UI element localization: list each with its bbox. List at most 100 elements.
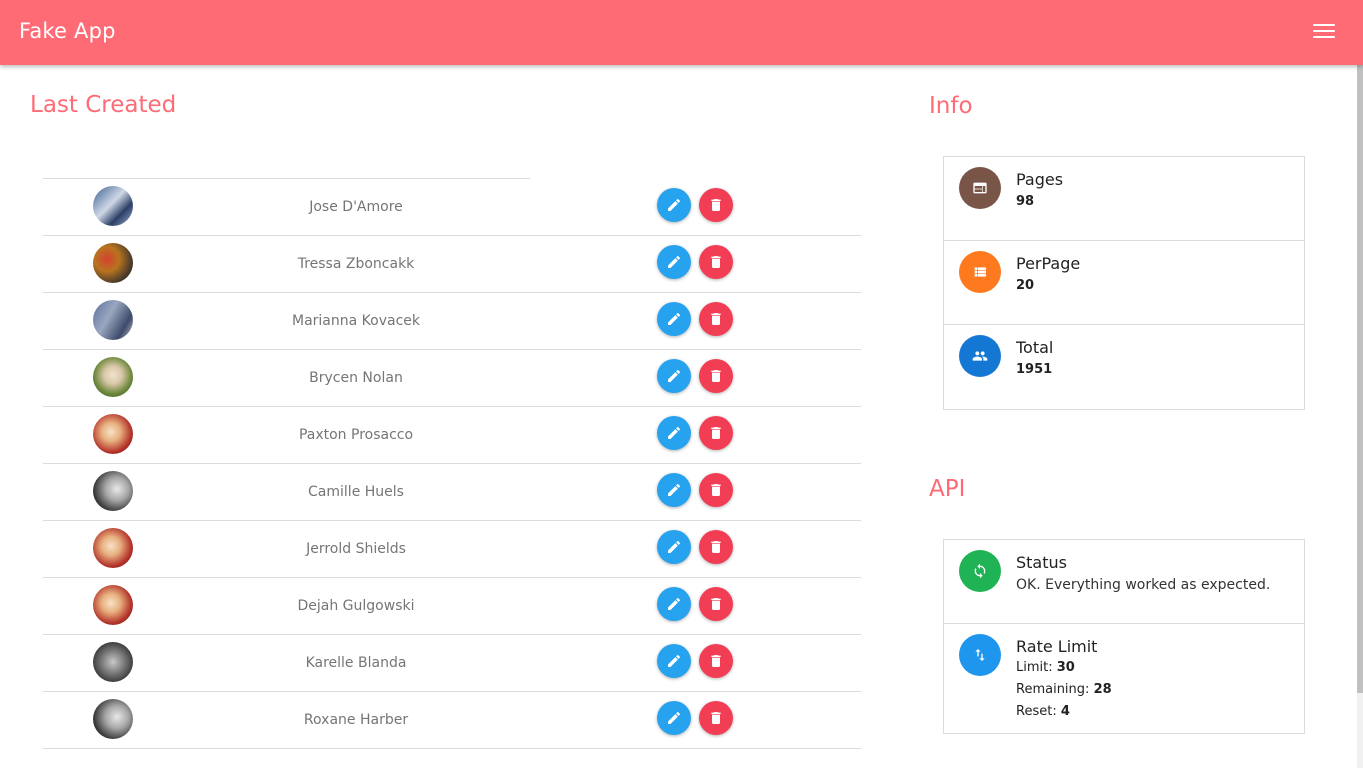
delete-button[interactable]	[699, 587, 733, 621]
avatar	[93, 186, 133, 226]
user-name: Brycen Nolan	[309, 370, 403, 386]
avatar	[93, 471, 133, 511]
info-card: Pages 98 PerPage 20 Total 1951	[943, 156, 1305, 410]
delete-button[interactable]	[699, 416, 733, 450]
scrollbar-thumb[interactable]	[1357, 65, 1363, 693]
api-rate-limit-item: Rate Limit Limit: 30 Remaining: 28 Reset…	[944, 624, 1304, 733]
table-row: Karelle Blanda	[43, 635, 861, 692]
table-row: Brycen Nolan	[43, 350, 861, 407]
edit-button[interactable]	[657, 359, 691, 393]
pencil-icon	[668, 597, 681, 610]
trash-icon	[711, 541, 721, 553]
info-value: 1951	[1016, 362, 1053, 377]
trash-icon	[711, 313, 721, 325]
user-name: Camille Huels	[308, 484, 404, 500]
user-name: Roxane Harber	[303, 712, 409, 728]
pencil-icon	[668, 255, 681, 268]
table-row: Tressa Zboncakk	[43, 236, 861, 293]
edit-button[interactable]	[657, 245, 691, 279]
trash-icon	[711, 370, 721, 382]
delete-button[interactable]	[699, 473, 733, 507]
edit-button[interactable]	[657, 188, 691, 222]
info-value: 98	[1016, 194, 1035, 209]
user-name: Marianna Kovacek	[292, 313, 420, 329]
pencil-icon	[668, 654, 681, 667]
edit-button[interactable]	[657, 530, 691, 564]
info-value: 20	[1016, 278, 1035, 293]
rate-limit-reset-value: 4	[1060, 704, 1070, 719]
info-label: Total	[1016, 338, 1054, 357]
delete-button[interactable]	[699, 245, 733, 279]
trash-icon	[711, 598, 721, 610]
info-item-pages: Pages 98	[944, 157, 1304, 241]
pencil-icon	[668, 426, 681, 439]
pencil-icon	[668, 312, 681, 325]
info-title: Info	[929, 93, 973, 119]
delete-button[interactable]	[699, 644, 733, 678]
rate-limit-remaining-value: 28	[1093, 682, 1112, 697]
app-title: Fake App	[19, 19, 116, 43]
info-label: Pages	[1016, 170, 1064, 189]
table-row: Jose D'Amore	[43, 179, 861, 236]
info-item-total: Total 1951	[944, 325, 1304, 409]
edit-button[interactable]	[657, 473, 691, 507]
trash-icon	[711, 655, 721, 667]
table-row: Jerrold Shields	[43, 521, 861, 578]
sync-icon	[959, 550, 1001, 592]
user-name: Tressa Zboncakk	[297, 256, 415, 272]
table-row: Paxton Prosacco	[43, 407, 861, 464]
edit-button[interactable]	[657, 302, 691, 336]
delete-button[interactable]	[699, 302, 733, 336]
avatar	[93, 642, 133, 682]
api-title: API	[929, 476, 966, 502]
rate-limit-limit: Limit: 30	[1016, 660, 1075, 675]
api-card: Status OK. Everything worked as expected…	[943, 539, 1305, 734]
trash-icon	[711, 199, 721, 211]
pencil-icon	[668, 369, 681, 382]
user-name: Jerrold Shields	[306, 541, 406, 557]
pencil-icon	[668, 711, 681, 724]
delete-button[interactable]	[699, 530, 733, 564]
trash-icon	[711, 712, 721, 724]
people-icon	[959, 335, 1001, 377]
delete-button[interactable]	[699, 188, 733, 222]
table-row: Roxane Harber	[43, 692, 861, 749]
rate-limit-reset: Reset: 4	[1016, 704, 1070, 719]
edit-button[interactable]	[657, 644, 691, 678]
user-name: Dejah Gulgowski	[297, 598, 415, 614]
table-row: Marianna Kovacek	[43, 293, 861, 350]
status-label: Status	[1016, 553, 1067, 572]
info-item-perpage: PerPage 20	[944, 241, 1304, 325]
swap-vert-icon	[959, 634, 1001, 676]
user-name: Paxton Prosacco	[298, 427, 414, 443]
menu-icon[interactable]	[1313, 24, 1335, 40]
rate-limit-label: Rate Limit	[1016, 637, 1098, 656]
user-table: Jose D'Amore Tressa Zboncakk Marianna Kova…	[43, 179, 861, 749]
scrollbar[interactable]	[1357, 65, 1363, 768]
trash-icon	[711, 256, 721, 268]
user-name: Jose D'Amore	[309, 199, 403, 215]
edit-button[interactable]	[657, 587, 691, 621]
list-icon	[959, 251, 1001, 293]
delete-button[interactable]	[699, 701, 733, 735]
user-name: Karelle Blanda	[305, 655, 407, 671]
avatar	[93, 243, 133, 283]
avatar	[93, 414, 133, 454]
app-bar: Fake App	[0, 0, 1363, 65]
pencil-icon	[668, 540, 681, 553]
last-created-title: Last Created	[30, 92, 177, 118]
avatar	[93, 585, 133, 625]
edit-button[interactable]	[657, 416, 691, 450]
status-text: OK. Everything worked as expected.	[1016, 577, 1271, 593]
web-icon	[959, 167, 1001, 209]
trash-icon	[711, 427, 721, 439]
table-row: Camille Huels	[43, 464, 861, 521]
avatar	[93, 528, 133, 568]
delete-button[interactable]	[699, 359, 733, 393]
pencil-icon	[668, 198, 681, 211]
api-status-item: Status OK. Everything worked as expected…	[944, 540, 1304, 624]
pencil-icon	[668, 483, 681, 496]
avatar	[93, 357, 133, 397]
table-row: Dejah Gulgowski	[43, 578, 861, 635]
edit-button[interactable]	[657, 701, 691, 735]
